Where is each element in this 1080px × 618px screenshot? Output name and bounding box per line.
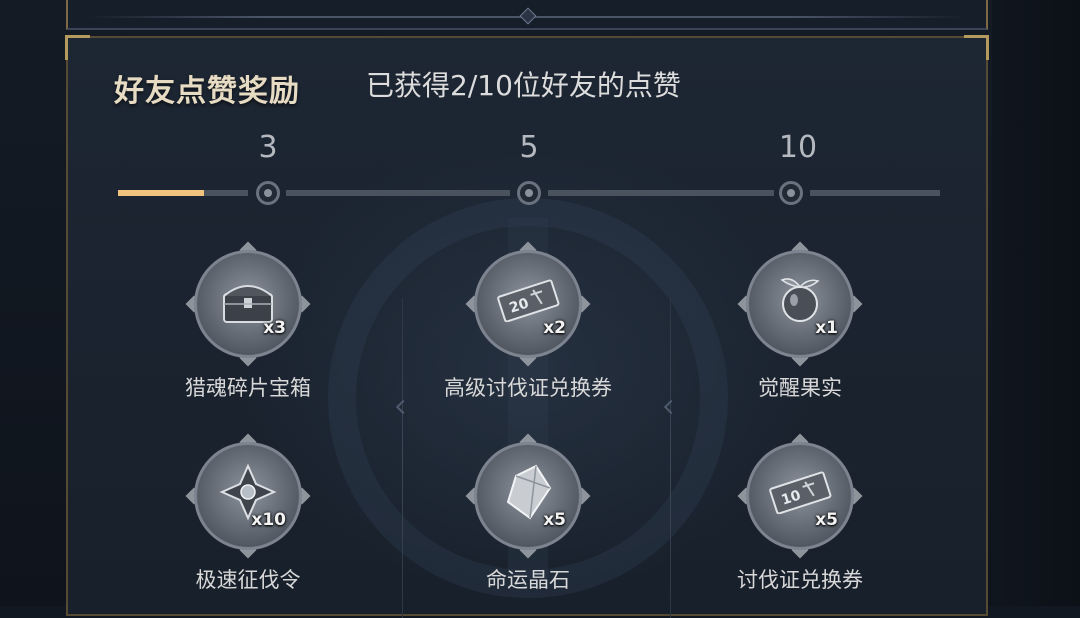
- corner-ornament: [65, 35, 90, 60]
- reward-quantity: x10: [251, 510, 286, 530]
- likes-progress-text: 已获得2/10位好友的点赞: [366, 69, 681, 102]
- reward-name: 讨伐证兑换券: [737, 568, 863, 592]
- progress-track: [548, 190, 774, 196]
- progress-node-tier-1: [256, 181, 280, 205]
- progress-node-tier-2: [517, 181, 541, 205]
- reward-item[interactable]: x5 命运晶石: [438, 433, 618, 606]
- corner-ornament: [964, 35, 989, 60]
- friend-likes-reward-panel: 好友点赞奖励 已获得2/10位好友的点赞 3 5 10 x3 猎魂碎片宝箱 20…: [65, 35, 989, 618]
- progress-node-tier-3: [779, 181, 803, 205]
- reward-item[interactable]: x3 猎魂碎片宝箱: [158, 241, 338, 414]
- side-strip: [992, 0, 1080, 606]
- progress-track: [286, 190, 510, 196]
- reward-name: 猎魂碎片宝箱: [185, 376, 311, 400]
- reward-name: 命运晶石: [486, 568, 570, 592]
- reward-medal: x1: [737, 241, 863, 367]
- tier-label: 5: [519, 130, 539, 165]
- panel-title: 好友点赞奖励: [114, 74, 300, 109]
- reward-quantity: x5: [815, 510, 838, 530]
- reward-medal: 10 x5: [737, 433, 863, 559]
- progress-fill: [118, 190, 204, 196]
- reward-name: 极速征伐令: [195, 568, 301, 592]
- reward-medal: 20 x2: [465, 241, 591, 367]
- top-frame: [66, 0, 988, 30]
- reward-quantity: x5: [543, 510, 566, 530]
- reward-item[interactable]: 20 x2 高级讨伐证兑换券: [438, 241, 618, 414]
- reward-quantity: x1: [815, 318, 838, 338]
- column-divider: [395, 298, 411, 618]
- progress-track: [810, 190, 940, 196]
- tier-label: 3: [258, 130, 278, 165]
- tier-label: 10: [778, 130, 818, 165]
- reward-quantity: x2: [543, 318, 566, 338]
- reward-medal: x5: [465, 433, 591, 559]
- frame-diamond-ornament: [519, 7, 537, 25]
- reward-quantity: x3: [263, 318, 286, 338]
- reward-name: 觉醒果实: [758, 376, 842, 400]
- reward-medal: x10: [185, 433, 311, 559]
- reward-item[interactable]: x1 觉醒果实: [710, 241, 890, 414]
- column-divider: [663, 298, 679, 618]
- reward-medal: x3: [185, 241, 311, 367]
- reward-item[interactable]: 10 x5 讨伐证兑换券: [710, 433, 890, 606]
- reward-name: 高级讨伐证兑换券: [444, 376, 612, 400]
- reward-item[interactable]: x10 极速征伐令: [158, 433, 338, 606]
